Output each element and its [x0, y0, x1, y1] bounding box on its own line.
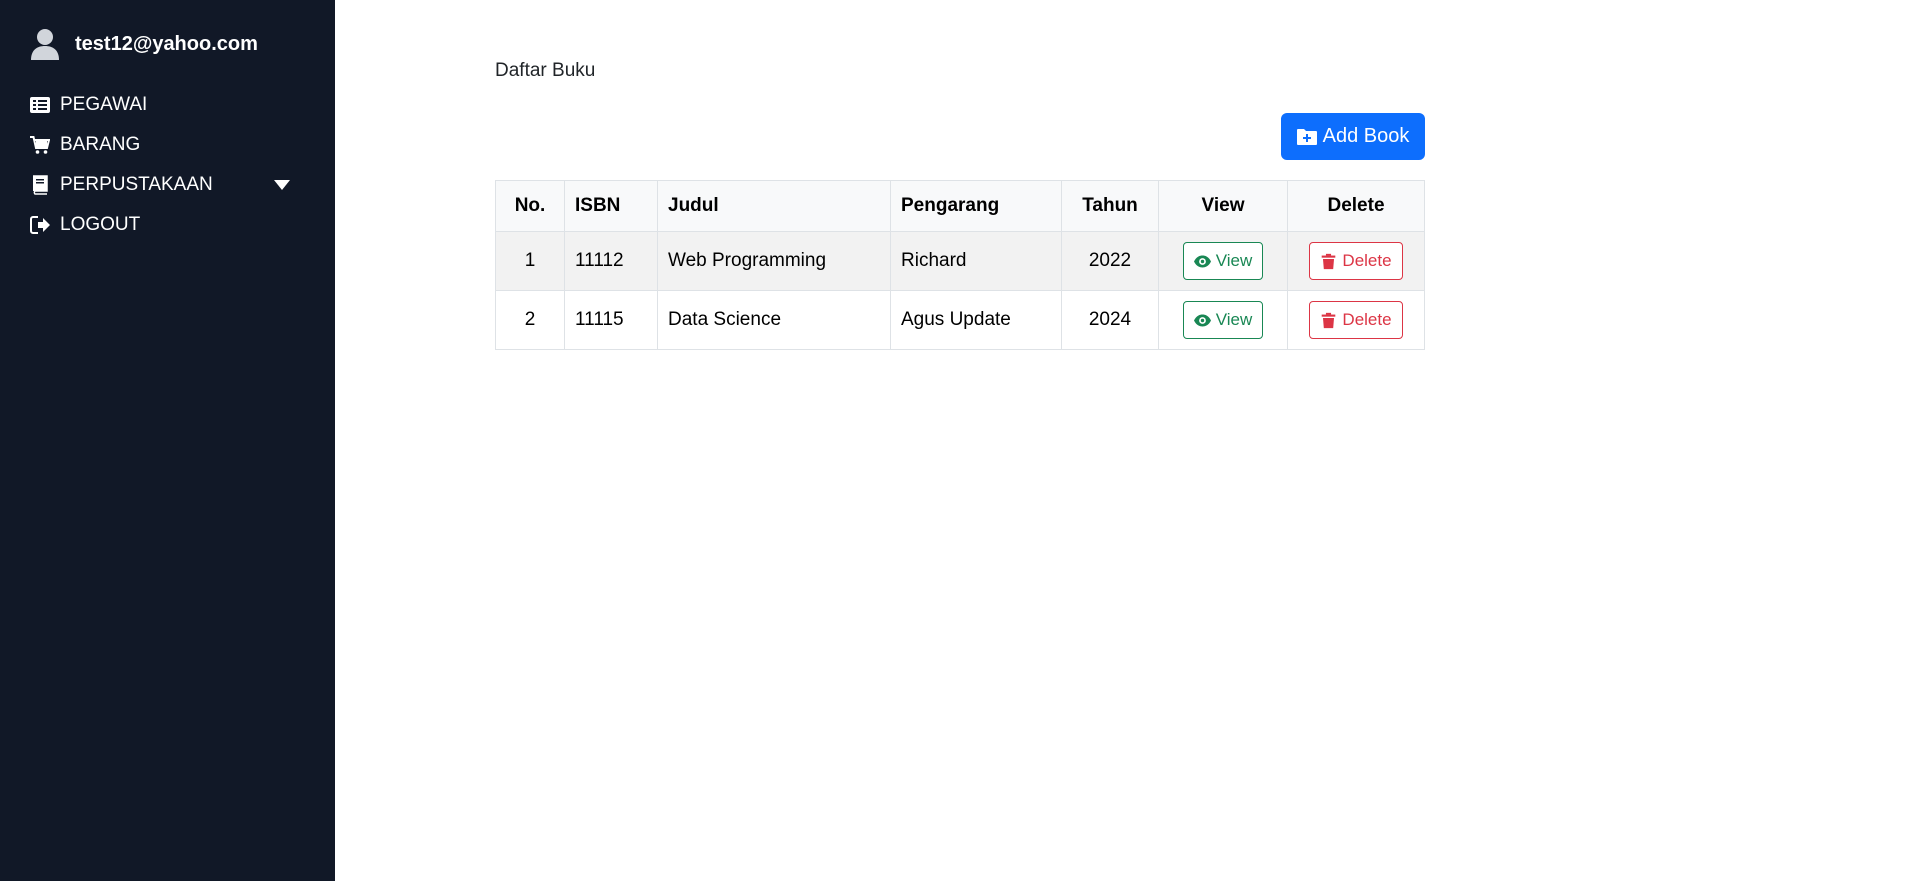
add-book-button[interactable]: Add Book: [1281, 113, 1425, 160]
header-view: View: [1158, 180, 1288, 232]
eye-icon: [1193, 255, 1211, 267]
header-delete: Delete: [1287, 180, 1425, 232]
sidebar-item-perpustakaan[interactable]: PERPUSTAKAAN: [30, 174, 290, 196]
sidebar-item-label: PEGAWAI: [60, 94, 148, 115]
cell-isbn: 11112: [564, 231, 658, 291]
trash-icon: [1322, 253, 1336, 269]
cell-pengarang: Richard: [890, 231, 1062, 291]
trash-icon: [1322, 312, 1336, 328]
cell-delete: Delete: [1287, 290, 1425, 350]
cell-judul: Web Programming: [657, 231, 891, 291]
header-pengarang: Pengarang: [890, 180, 1062, 232]
table-row: 2 11115 Data Science Agus Update 2024 Vi…: [495, 290, 1425, 350]
user-icon: [31, 29, 59, 60]
cart-icon: [30, 136, 50, 154]
page-title: Daftar Buku: [495, 60, 596, 81]
sidebar-item-label: BARANG: [60, 134, 141, 155]
header-isbn: ISBN: [564, 180, 658, 232]
cell-view: View: [1158, 290, 1288, 350]
header-judul: Judul: [657, 180, 891, 232]
delete-button[interactable]: Delete: [1309, 242, 1403, 280]
sidebar-item-barang[interactable]: BARANG: [30, 134, 290, 156]
view-button[interactable]: View: [1182, 301, 1264, 339]
view-button[interactable]: View: [1182, 242, 1264, 280]
user-profile: test12@yahoo.com: [30, 28, 258, 60]
cell-tahun: 2024: [1061, 290, 1159, 350]
delete-button[interactable]: Delete: [1309, 301, 1403, 339]
view-button-label: View: [1215, 310, 1253, 329]
table-header-row: No. ISBN Judul Pengarang Tahun View Dele…: [495, 180, 1425, 232]
caret-down-icon[interactable]: [274, 180, 290, 190]
header-no: No.: [495, 180, 565, 232]
delete-button-label: Delete: [1342, 310, 1392, 329]
cell-judul: Data Science: [657, 290, 891, 350]
sidebar-item-label: PERPUSTAKAAN: [60, 174, 213, 195]
cell-no: 2: [495, 290, 565, 350]
sidebar-item-pegawai[interactable]: PEGAWAI: [30, 94, 290, 116]
book-icon: [33, 175, 48, 195]
add-book-label: Add Book: [1322, 125, 1410, 147]
cell-delete: Delete: [1287, 231, 1425, 291]
cell-tahun: 2022: [1061, 231, 1159, 291]
view-button-label: View: [1215, 251, 1253, 270]
cell-no: 1: [495, 231, 565, 291]
table-row: 1 11112 Web Programming Richard 2022 Vie…: [495, 231, 1425, 291]
delete-button-label: Delete: [1342, 251, 1392, 270]
sidebar-item-logout[interactable]: LOGOUT: [30, 214, 290, 236]
logout-icon: [30, 216, 50, 234]
cell-isbn: 11115: [564, 290, 658, 350]
books-table: No. ISBN Judul Pengarang Tahun View Dele…: [495, 180, 1425, 350]
sidebar: test12@yahoo.com PEGAWAI BARANG PERPUSTA…: [0, 0, 335, 881]
cell-view: View: [1158, 231, 1288, 291]
folder-plus-icon: [1296, 128, 1317, 145]
sidebar-item-label: LOGOUT: [60, 214, 141, 235]
cell-pengarang: Agus Update: [890, 290, 1062, 350]
user-email: test12@yahoo.com: [75, 32, 258, 55]
header-tahun: Tahun: [1061, 180, 1159, 232]
eye-icon: [1193, 314, 1211, 326]
list-icon: [30, 97, 50, 113]
